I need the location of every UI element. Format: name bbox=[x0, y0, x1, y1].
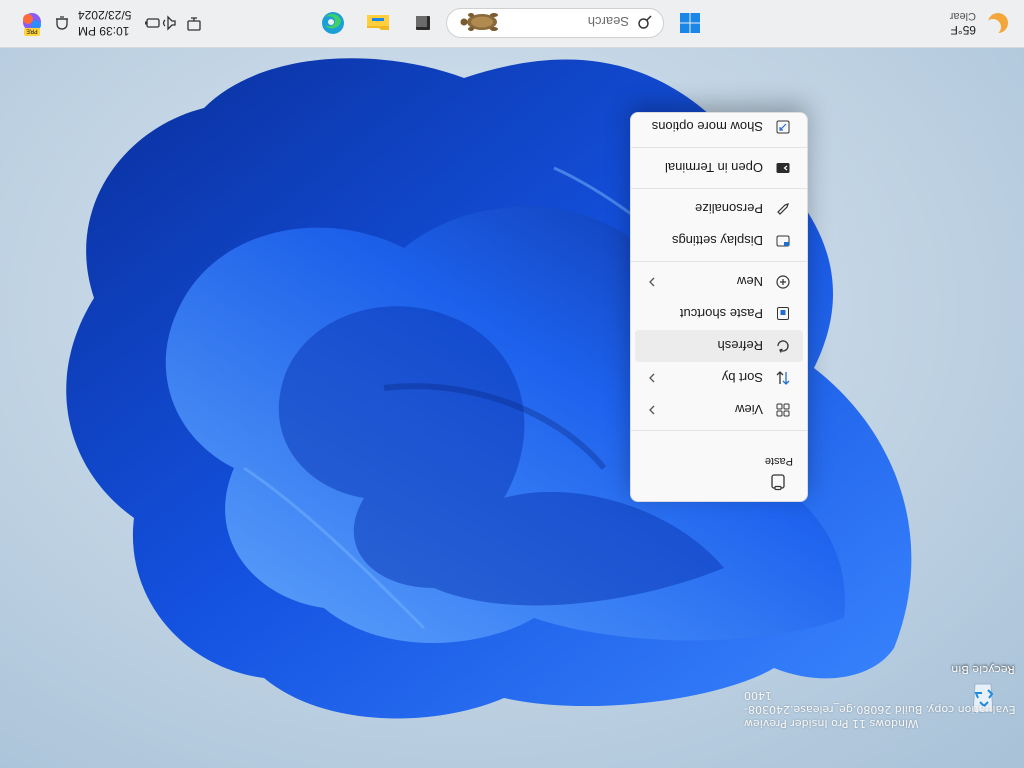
taskbar-search[interactable]: Search bbox=[446, 8, 664, 38]
chevron-right-icon bbox=[649, 373, 655, 383]
refresh-icon bbox=[777, 340, 789, 353]
menu-separator bbox=[631, 261, 807, 262]
menu-item-label: Refresh bbox=[717, 338, 763, 354]
menu-item-open-in-terminal[interactable]: Open in Terminal bbox=[635, 152, 803, 184]
edge-button[interactable] bbox=[317, 7, 349, 39]
pencil-icon bbox=[777, 203, 789, 215]
taskbar-clock[interactable]: 10:39 PM 5/23/2024 bbox=[78, 7, 140, 39]
menu-item-display-settings[interactable]: Display settings bbox=[635, 225, 803, 257]
menu-item-personalize[interactable]: Personalize bbox=[635, 193, 803, 225]
menu-item-paste-shortcut[interactable]: Paste shortcut bbox=[635, 298, 803, 330]
menu-item-label: Open in Terminal bbox=[664, 160, 763, 176]
menu-item-label: Display settings bbox=[671, 233, 763, 249]
taskbar: 65°F Clear Search 10:39 PM 5/23/2024 PRE bbox=[0, 0, 1024, 48]
terminal-icon bbox=[776, 163, 790, 173]
menu-item-label: Show more options bbox=[651, 119, 763, 135]
paste-shortcut-icon bbox=[777, 307, 789, 320]
watermark-line-1: Windows 11 Pro Insider Preview bbox=[744, 717, 919, 730]
clock-date: 5/23/2024 bbox=[78, 8, 132, 22]
menu-item-label: New bbox=[736, 274, 763, 290]
sort-arrows-icon bbox=[776, 371, 790, 385]
menu-item-label: Paste shortcut bbox=[679, 306, 763, 322]
search-placeholder: Search bbox=[587, 14, 629, 29]
clock-time: 10:39 PM bbox=[78, 24, 130, 38]
start-icon bbox=[680, 13, 700, 33]
display-icon bbox=[776, 235, 790, 247]
weather-condition: Clear bbox=[949, 10, 976, 22]
notification-bell-icon[interactable] bbox=[52, 13, 72, 33]
weather-temperature: 65°F bbox=[950, 23, 976, 37]
copilot-icon: PRE bbox=[23, 13, 41, 36]
grid-icon bbox=[776, 403, 790, 417]
file-explorer-icon bbox=[367, 15, 389, 30]
chevron-right-icon bbox=[649, 405, 655, 415]
paste-label: Paste bbox=[764, 455, 793, 467]
menu-separator bbox=[631, 188, 807, 189]
moon-icon bbox=[985, 13, 1008, 35]
preview-badge: PRE bbox=[26, 28, 38, 35]
recycle-bin-label: Recycle Bin bbox=[951, 663, 1015, 676]
desktop-context-menu: Paste View Sort by Refresh Paste shortcu… bbox=[630, 112, 808, 502]
menu-separator bbox=[631, 147, 807, 148]
edge-icon bbox=[322, 12, 344, 34]
menu-item-sort-by[interactable]: Sort by bbox=[635, 362, 803, 394]
wallpaper bbox=[0, 0, 1024, 768]
menu-item-label: View bbox=[735, 402, 763, 418]
evaluation-watermark: Windows 11 Pro Insider Preview Evaluatio… bbox=[744, 688, 1024, 730]
network-icon[interactable] bbox=[184, 13, 204, 33]
paste-button[interactable]: Paste bbox=[631, 435, 807, 501]
search-highlight-turtle-icon bbox=[460, 13, 498, 31]
menu-item-new[interactable]: New bbox=[635, 266, 803, 298]
weather-widget[interactable]: 65°F Clear bbox=[922, 7, 1012, 39]
menu-separator bbox=[631, 430, 807, 431]
clipboard-icon bbox=[771, 474, 785, 491]
search-icon bbox=[638, 15, 652, 29]
copilot-preview-button[interactable]: PRE bbox=[18, 9, 46, 37]
menu-item-view[interactable]: View bbox=[635, 394, 803, 426]
start-button[interactable] bbox=[674, 7, 706, 39]
expand-icon bbox=[776, 120, 790, 134]
file-explorer-button[interactable] bbox=[362, 7, 394, 39]
menu-item-label: Sort by bbox=[721, 370, 763, 386]
task-view-button[interactable] bbox=[407, 7, 439, 39]
task-view-icon bbox=[416, 16, 430, 30]
desktop-screen: Recycle Bin Windows 11 Pro Insider Previ… bbox=[0, 0, 1024, 768]
chevron-right-icon bbox=[649, 277, 655, 287]
menu-item-show-more-options[interactable]: Show more options bbox=[635, 111, 803, 143]
plus-circle-icon bbox=[776, 275, 790, 289]
menu-item-refresh[interactable]: Refresh bbox=[635, 330, 803, 362]
watermark-line-2: Evaluation copy. Build 26080.ge_release.… bbox=[744, 689, 1016, 716]
battery-icon[interactable] bbox=[142, 13, 162, 33]
menu-item-label: Personalize bbox=[695, 201, 763, 217]
